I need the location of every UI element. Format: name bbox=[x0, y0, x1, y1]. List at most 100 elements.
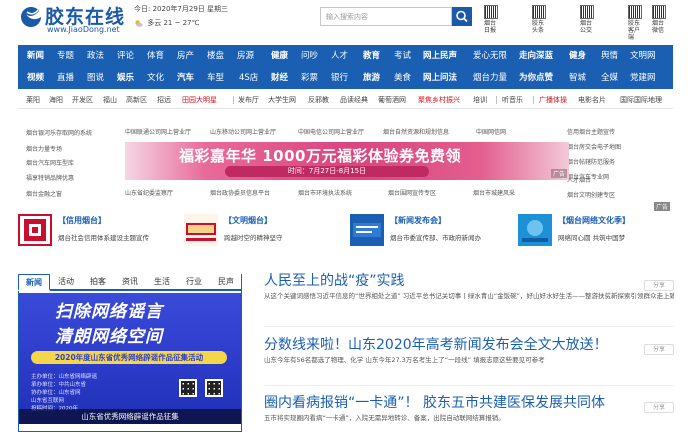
ad-link[interactable]: 信用烟台主题宣传 bbox=[567, 127, 615, 136]
ad-link[interactable]: 烟台围网宣传专区 bbox=[388, 188, 436, 197]
nav-item[interactable]: 彩票 bbox=[301, 71, 318, 83]
nav-item[interactable]: 文化 bbox=[147, 71, 164, 83]
share-button[interactable]: 分享 bbox=[644, 344, 674, 355]
nav-item[interactable]: 网上问法 bbox=[423, 71, 457, 83]
headline-desc[interactable]: 五市将实现圈内看病“一卡通”，入院无需异地转诊、备案，出院自动联网结算报销。 bbox=[264, 414, 674, 423]
nav-item[interactable]: 烟台力量 bbox=[473, 71, 507, 83]
nav-item[interactable]: 走向深蓝 bbox=[519, 49, 553, 61]
tab-public-voice[interactable]: 民声 bbox=[210, 274, 242, 291]
headline-title[interactable]: 人民至上的战“疫”实践 bbox=[264, 270, 405, 290]
nav-item[interactable]: 党建网 bbox=[630, 71, 656, 83]
district-link[interactable]: 招远 bbox=[157, 95, 171, 105]
nav-item[interactable]: 旅游 bbox=[363, 71, 380, 83]
nav-item[interactable]: 银行 bbox=[331, 71, 348, 83]
nav-item[interactable]: 考试 bbox=[394, 49, 411, 61]
nav-item[interactable]: 图说 bbox=[87, 71, 104, 83]
nav-item[interactable]: 车型 bbox=[207, 71, 224, 83]
nav-item[interactable]: 专题 bbox=[57, 49, 74, 61]
nav-item[interactable]: 人才 bbox=[331, 49, 348, 61]
nav-item[interactable]: 全媒 bbox=[601, 71, 618, 83]
nav-item[interactable]: 财经 bbox=[271, 71, 288, 83]
qr-code-item[interactable]: 烟台日报 bbox=[484, 5, 502, 34]
district-link[interactable]: 品读经典 bbox=[340, 95, 368, 105]
ad-link[interactable]: 烟台汽车网车型库 bbox=[26, 158, 74, 167]
headline-title[interactable]: 分数线来啦！山东2020年高考新闻发布会全文大放送！ bbox=[264, 334, 608, 354]
district-link[interactable]: 广播体操 bbox=[539, 95, 567, 105]
nav-item[interactable]: 健身 bbox=[569, 49, 586, 61]
feature-internet-culture[interactable]: 【烟台网络文化季】 网络同心圆 共筑中国梦 bbox=[518, 212, 673, 248]
nav-item[interactable]: 健康 bbox=[271, 49, 288, 61]
ad-link[interactable]: 烟台银河乐存取网的系统 bbox=[26, 128, 92, 137]
ad-link[interactable]: 山东移动公司网上营业厅 bbox=[210, 127, 276, 136]
qr-code-item[interactable]: 烟台公交 bbox=[580, 5, 598, 34]
search-input[interactable]: 输入搜索内容 bbox=[320, 7, 452, 26]
qr-code-item[interactable]: 胶东头条 bbox=[532, 5, 550, 34]
ad-link[interactable]: 烟台金融之窗 bbox=[26, 189, 62, 198]
nav-item[interactable]: 房产 bbox=[177, 49, 194, 61]
ad-link[interactable]: 中国电信公司网上营业厅 bbox=[298, 127, 364, 136]
district-link[interactable]: 开发区 bbox=[72, 95, 93, 105]
feature-press-conference[interactable]: 【新闻发布会】 烟台市委宣传部、市政府新闻办 bbox=[350, 212, 510, 248]
feature-civilized-yantai[interactable]: 【文明烟台】 跨越时空的精神坚守 bbox=[184, 212, 344, 248]
nav-item[interactable]: 新闻 bbox=[27, 49, 44, 61]
tab-activities[interactable]: 活动 bbox=[50, 274, 82, 291]
ad-link[interactable]: 烟台文明创建专区 bbox=[567, 190, 615, 199]
ad-link[interactable]: 烟台自然资源和规划信息 bbox=[383, 127, 449, 136]
lottery-ad-banner[interactable]: 福彩嘉年华 1000万元福彩体验券免费领 时间：7月27日-8月15日 广告 bbox=[125, 142, 569, 180]
nav-item[interactable]: 汽车 bbox=[177, 71, 194, 83]
district-link[interactable]: 福山 bbox=[103, 95, 117, 105]
nav-item[interactable]: 娱乐 bbox=[117, 71, 134, 83]
ad-link[interactable]: 福享特销品牌优惠 bbox=[26, 173, 74, 182]
ad-link[interactable]: 中国联通公司网上营业厅 bbox=[125, 127, 191, 136]
ad-link[interactable]: 烟台房交会电子地图 bbox=[567, 142, 621, 151]
site-logo[interactable]: 胶东在线 www.JiaoDong.net bbox=[19, 3, 131, 37]
district-link[interactable]: 反邪教 bbox=[308, 95, 329, 105]
nav-item[interactable]: 评论 bbox=[117, 49, 134, 61]
district-link[interactable]: 培训 bbox=[473, 95, 487, 105]
qr-code-item[interactable]: 胶东客户端 bbox=[628, 5, 646, 41]
district-link[interactable]: 海阳 bbox=[49, 95, 63, 105]
ad-link[interactable]: 烟台市城建风采 bbox=[473, 188, 515, 197]
district-link[interactable]: 听音乐 bbox=[502, 95, 523, 105]
nav-item[interactable]: 舆情 bbox=[601, 49, 618, 61]
search-button[interactable] bbox=[452, 7, 472, 26]
tab-photographers[interactable]: 拍客 bbox=[82, 274, 114, 291]
district-link[interactable]: 高新区 bbox=[126, 95, 147, 105]
district-link[interactable]: 田园大明星 bbox=[182, 95, 217, 105]
nav-item[interactable]: 房源 bbox=[237, 49, 254, 61]
nav-item[interactable]: 直播 bbox=[57, 71, 74, 83]
nav-item[interactable]: 楼盘 bbox=[207, 49, 224, 61]
feature-credit-yantai[interactable]: 【信用烟台】 烟台社会信用体系建设主题宣传 bbox=[18, 212, 168, 248]
tab-info[interactable]: 资讯 bbox=[114, 274, 146, 291]
nav-item[interactable]: 问吵 bbox=[301, 49, 318, 61]
ad-link[interactable]: 烟台帖辖防范服务 bbox=[567, 157, 615, 166]
ad-link[interactable]: 烟台市环境执法系统 bbox=[298, 188, 352, 197]
nav-item[interactable]: 智城 bbox=[569, 71, 586, 83]
nav-item[interactable]: 视频 bbox=[27, 71, 44, 83]
tab-news[interactable]: 新闻 bbox=[18, 274, 50, 291]
tab-industry[interactable]: 行业 bbox=[178, 274, 210, 291]
tab-life[interactable]: 生活 bbox=[146, 274, 178, 291]
headline-title[interactable]: 圈内看病报销“一卡通”！ 胶东五市共建医保发展共同体 bbox=[264, 392, 605, 412]
nav-item[interactable]: 美食 bbox=[394, 71, 411, 83]
district-link[interactable]: 聚焦乡村振兴 bbox=[418, 95, 460, 105]
ad-link[interactable]: 烟台力量专场 bbox=[26, 144, 62, 153]
nav-item[interactable]: 政法 bbox=[87, 49, 104, 61]
rumor-campaign-poster[interactable]: 扫除网络谣言 清朗网络空间 2020年度山东省优秀网络辟谣作品征集活动 主办单位… bbox=[19, 293, 241, 424]
nav-item[interactable]: 为你点赞 bbox=[519, 71, 553, 83]
headline-desc[interactable]: 从这个关键词感悟习近平信息的“世界相处之道” 习近平总书记关切事丨绿水青山“金饭… bbox=[264, 292, 674, 301]
nav-item[interactable]: 教育 bbox=[363, 49, 380, 61]
nav-item[interactable]: 网上民声 bbox=[423, 49, 457, 61]
nav-item[interactable]: 4S店 bbox=[239, 71, 258, 83]
district-link[interactable]: 莱阳 bbox=[26, 95, 40, 105]
nav-item[interactable]: 文明网 bbox=[630, 49, 656, 61]
nav-item[interactable]: 体育 bbox=[147, 49, 164, 61]
district-link[interactable]: 发布厅 bbox=[238, 95, 259, 105]
district-link[interactable]: 大学生网 bbox=[268, 95, 296, 105]
headline-desc[interactable]: 山东今年有56名都选了物理、化学 山东今年27.3万名考生上了“一段线” 填报志… bbox=[264, 356, 674, 365]
district-link[interactable]: 电影名片 bbox=[578, 95, 606, 105]
ad-link[interactable]: 人才烟台 bbox=[567, 175, 591, 184]
district-link[interactable]: 葡萄酒网 bbox=[378, 95, 406, 105]
ad-link[interactable]: 烟台政协委员信息平台 bbox=[210, 188, 270, 197]
district-link[interactable]: 国际国际地理 bbox=[620, 95, 662, 105]
